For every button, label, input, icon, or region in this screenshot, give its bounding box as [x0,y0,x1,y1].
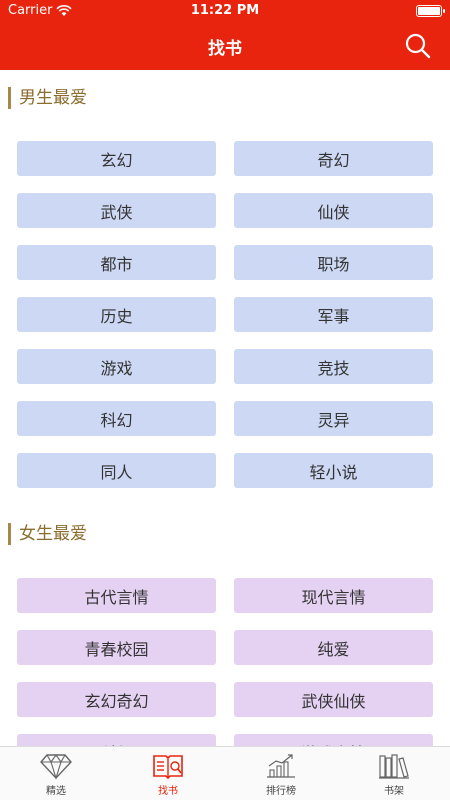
section-title-female: 女生最爱 [8,523,87,545]
battery-icon [416,5,445,17]
bookshelf-icon [379,754,409,779]
category-tag[interactable]: 古代言情 [17,578,216,613]
category-tag[interactable]: 科幻 [17,734,216,746]
category-tag[interactable]: 同人 [17,453,216,488]
category-tag[interactable]: 奇幻 [234,141,433,176]
category-tag[interactable]: 灵异 [234,401,433,436]
category-tag[interactable]: 都市 [17,245,216,280]
tab-label: 书架 [384,786,404,797]
category-tag[interactable]: 游戏竞技 [234,734,433,746]
category-tag[interactable]: 玄幻奇幻 [17,682,216,717]
search-button[interactable] [404,32,432,60]
bar-chart-icon [267,754,295,778]
tab-bar: 精选 找书 排行榜 书架 [0,746,450,800]
section-title-male: 男生最爱 [8,87,87,109]
status-bar: Carrier 11:22 PM [0,0,450,22]
category-tag[interactable]: 职场 [234,245,433,280]
header-bar: Carrier 11:22 PM 找书 [0,0,450,70]
category-tag[interactable]: 游戏 [17,349,216,384]
tab-label: 找书 [158,786,178,797]
category-tag[interactable]: 军事 [234,297,433,332]
tab-rankings[interactable]: 排行榜 [225,747,337,800]
page-title: 找书 [208,39,242,59]
book-search-icon [153,755,183,780]
category-tag[interactable]: 武侠 [17,193,216,228]
category-tag[interactable]: 现代言情 [234,578,433,613]
search-icon [405,33,431,59]
category-tag[interactable]: 轻小说 [234,453,433,488]
tab-featured[interactable]: 精选 [0,747,112,800]
category-tag[interactable]: 青春校园 [17,630,216,665]
category-tag[interactable]: 纯爱 [234,630,433,665]
clock: 11:22 PM [190,3,260,18]
category-tag[interactable]: 玄幻 [17,141,216,176]
category-list[interactable]: 男生最爱 玄幻 奇幻 武侠 仙侠 都市 职场 历史 军事 游戏 竞技 科幻 灵异… [0,70,450,746]
tab-find-books[interactable]: 找书 [112,747,224,800]
tab-bookshelf[interactable]: 书架 [338,747,450,800]
category-tag[interactable]: 仙侠 [234,193,433,228]
tab-label: 排行榜 [266,786,296,797]
category-tag[interactable]: 武侠仙侠 [234,682,433,717]
tab-label: 精选 [46,786,66,797]
category-tag[interactable]: 科幻 [17,401,216,436]
category-tag[interactable]: 历史 [17,297,216,332]
category-tag[interactable]: 竞技 [234,349,433,384]
diamond-icon [40,754,72,780]
